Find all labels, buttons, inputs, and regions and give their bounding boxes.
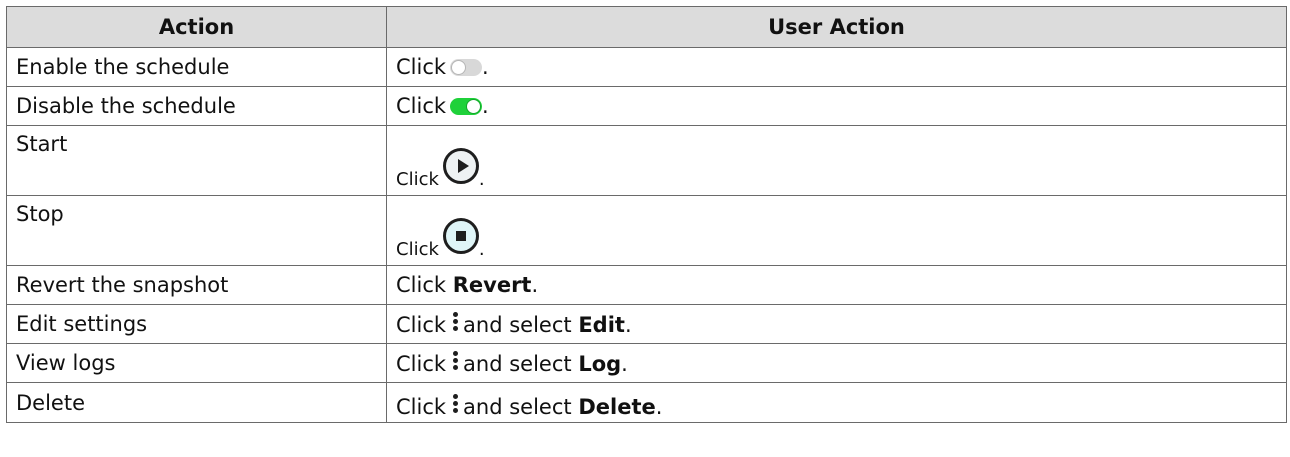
- play-icon: [442, 148, 479, 184]
- action-cell: Revert the snapshot: [6, 265, 387, 305]
- action-cell: View logs: [6, 343, 387, 383]
- action-cell: Edit settings: [6, 304, 387, 344]
- ui-target-name: Edit: [578, 313, 625, 337]
- toggle-off-icon: [450, 59, 483, 76]
- action-cell: Disable the schedule: [6, 86, 387, 126]
- header-action: Action: [6, 6, 387, 48]
- table-row: Revert the snapshot Click Revert.: [6, 265, 1287, 305]
- table-row: View logs Click and select Log.: [6, 343, 1287, 383]
- table-row: Disable the schedule Click.: [6, 86, 1287, 126]
- more-vertical-icon: [451, 311, 459, 333]
- user-action-cell: Click Revert.: [386, 265, 1287, 305]
- table-row: Enable the schedule Click.: [6, 47, 1287, 87]
- more-vertical-icon: [451, 350, 459, 372]
- user-action-cell: Click and select Edit.: [386, 304, 1287, 344]
- user-action-cell: Click and select Delete.: [386, 382, 1287, 423]
- table-row: Delete Click and select Delete.: [6, 382, 1287, 423]
- table-row: Edit settings Click and select Edit.: [6, 304, 1287, 344]
- user-action-cell: Click and select Log.: [386, 343, 1287, 383]
- user-action-cell: Click.: [386, 125, 1287, 196]
- table-row: Start Click.: [6, 125, 1287, 196]
- header-row: Action User Action: [6, 6, 1287, 48]
- header-user-action: User Action: [386, 6, 1287, 48]
- user-action-cell: Click.: [386, 47, 1287, 87]
- user-action-cell: Click.: [386, 195, 1287, 266]
- table-row: Stop Click.: [6, 195, 1287, 266]
- user-action-table: Action User Action Enable the schedule C…: [6, 6, 1287, 423]
- ui-target-name: Log: [578, 352, 622, 376]
- action-cell: Delete: [6, 382, 387, 423]
- user-action-cell: Click.: [386, 86, 1287, 126]
- more-vertical-icon: [451, 393, 459, 415]
- ui-target-name: Revert: [452, 273, 532, 297]
- ui-target-name: Delete: [578, 395, 656, 419]
- stop-icon: [442, 218, 479, 254]
- toggle-on-icon: [450, 98, 483, 115]
- action-cell: Enable the schedule: [6, 47, 387, 87]
- action-cell: Stop: [6, 195, 387, 266]
- action-cell: Start: [6, 125, 387, 196]
